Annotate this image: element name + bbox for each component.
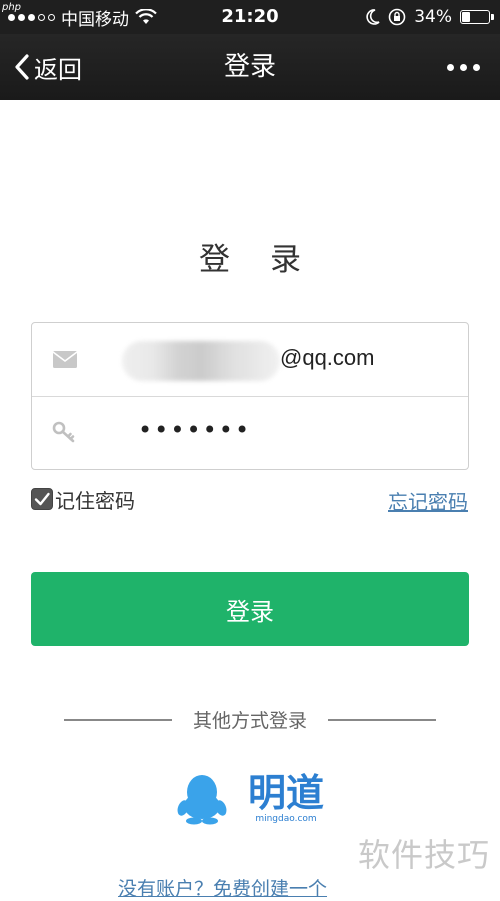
login-button[interactable]: 登录 (31, 572, 469, 646)
email-redacted-blur (122, 341, 280, 381)
register-link[interactable]: 没有账户？免费创建一个 (118, 874, 327, 901)
remember-label: 记住密码 (55, 488, 135, 513)
login-form: @qq.com ••••••• (31, 322, 469, 470)
orientation-lock-icon (388, 8, 406, 26)
nav-bar: 返回 登录 (0, 34, 500, 100)
qq-penguin-icon[interactable] (174, 770, 230, 826)
password-value: ••••••• (138, 416, 252, 444)
email-field[interactable]: @qq.com (32, 323, 468, 397)
other-login-divider: 其他方式登录 (64, 706, 436, 734)
third-party-logins: 明道 mingdao.com (174, 770, 324, 826)
battery-percent: 34% (414, 7, 452, 27)
mingdao-url: mingdao.com (255, 814, 317, 824)
status-bar: php 中国移动 21:20 34% (0, 0, 500, 34)
mingdao-logo-text: 明道 (248, 771, 325, 815)
mingdao-login[interactable]: 明道 mingdao.com (248, 772, 324, 824)
page-heading: 登录 (199, 242, 341, 278)
divider-line-right (328, 719, 436, 721)
envelope-icon (52, 351, 78, 368)
checkbox-checked-icon[interactable] (31, 488, 53, 510)
email-value: @qq.com (280, 345, 375, 370)
battery-icon (460, 10, 494, 24)
password-field[interactable]: ••••••• (32, 396, 468, 469)
key-icon (52, 421, 75, 443)
remember-password-checkbox[interactable]: 记住密码 (31, 484, 135, 514)
more-dots-icon[interactable] (447, 34, 480, 100)
nav-title: 登录 (223, 52, 276, 82)
watermark: 软件技巧 (357, 836, 490, 874)
forgot-password-link[interactable]: 忘记密码 (388, 486, 468, 515)
moon-icon (366, 9, 380, 25)
status-right: 34% (366, 7, 494, 27)
